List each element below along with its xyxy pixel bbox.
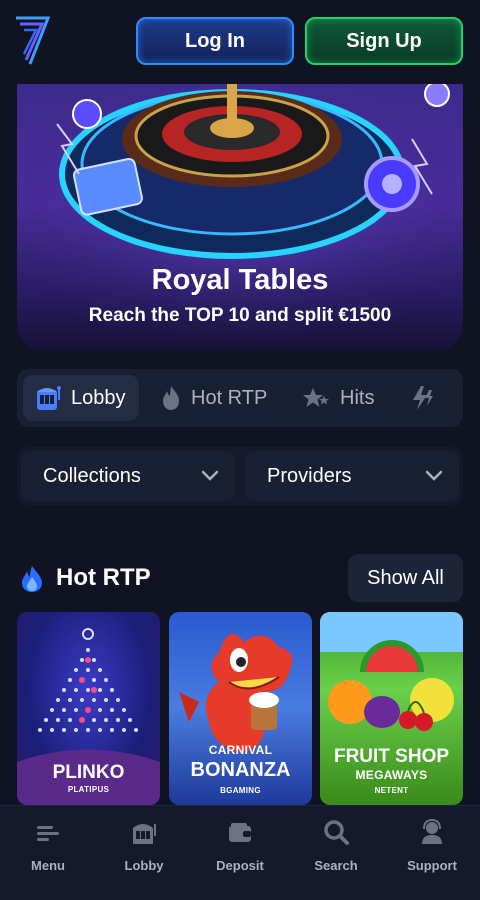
signup-button[interactable]: Sign Up — [305, 17, 463, 65]
game-title-line1: FRUIT SHOP — [333, 746, 450, 767]
collections-dropdown[interactable]: Collections — [21, 451, 235, 501]
game-card-fruit-shop-megaways[interactable]: FRUIT SHOP MEGAWAYS NETENT — [320, 612, 463, 805]
slot-machine-icon — [37, 386, 61, 410]
nav-item-deposit[interactable]: Deposit — [192, 806, 288, 900]
game-title-line2: MEGAWAYS — [355, 768, 428, 782]
lightning-icon — [413, 386, 433, 410]
tab-hits-label: Hits — [340, 386, 375, 409]
tab-hits[interactable]: Hits — [302, 375, 402, 421]
top-header: Log In Sign Up — [0, 0, 480, 84]
chevron-down-icon — [425, 470, 443, 481]
banner-subtitle: Reach the TOP 10 and split €1500 — [88, 305, 392, 326]
nav-item-lobby[interactable]: Lobby — [96, 806, 192, 900]
game-title-line1: CARNIVAL — [208, 743, 273, 757]
section-title: Hot RTP — [56, 564, 151, 591]
tab-lobby[interactable]: Lobby — [23, 375, 139, 421]
nav-label-menu: Menu — [31, 858, 65, 873]
nav-item-search[interactable]: Search — [288, 806, 384, 900]
wallet-icon — [229, 823, 251, 842]
tab-more[interactable] — [409, 375, 463, 421]
nav-label-lobby: Lobby — [124, 858, 164, 873]
providers-dropdown[interactable]: Providers — [245, 451, 459, 501]
game-provider: BGAMING — [220, 786, 261, 795]
game-title: PLINKO — [52, 762, 125, 783]
game-card-plinko[interactable]: PLINKO PLATIPUS — [17, 612, 160, 805]
stars-icon — [303, 388, 329, 407]
game-provider: PLATIPUS — [67, 785, 110, 794]
nav-label-support: Support — [407, 858, 457, 873]
nav-label-search: Search — [314, 858, 358, 873]
promo-banner[interactable]: Royal Tables Reach the TOP 10 and split … — [17, 84, 463, 350]
support-agent-icon — [422, 818, 442, 844]
fire-icon — [163, 386, 179, 410]
nav-item-support[interactable]: Support — [384, 806, 480, 900]
game-provider: NETENT — [374, 786, 409, 795]
game-title-line2: BONANZA — [190, 759, 291, 781]
logo-icon[interactable] — [14, 14, 54, 68]
chevron-down-icon — [201, 470, 219, 481]
category-tabs: Lobby Hot RTP Hits — [17, 369, 463, 427]
banner-title: Royal Tables — [151, 264, 329, 296]
collections-label: Collections — [43, 464, 141, 487]
tab-hot-rtp-label: Hot RTP — [191, 386, 268, 409]
game-card-carnival-bonanza[interactable]: CARNIVAL BONANZA BGAMING — [169, 612, 312, 805]
nav-item-menu[interactable]: Menu — [0, 806, 96, 900]
search-icon — [324, 820, 349, 845]
fire-icon — [22, 566, 42, 592]
login-button[interactable]: Log In — [136, 17, 294, 65]
bottom-nav: Menu Lobby Deposit Search Support — [0, 805, 480, 900]
nav-label-deposit: Deposit — [216, 858, 264, 873]
slot-machine-icon — [133, 824, 156, 844]
show-all-button[interactable]: Show All — [348, 554, 463, 602]
tab-hot-rtp[interactable]: Hot RTP — [161, 375, 291, 421]
menu-icon — [37, 826, 59, 841]
providers-label: Providers — [267, 464, 352, 487]
tab-lobby-label: Lobby — [71, 386, 126, 409]
